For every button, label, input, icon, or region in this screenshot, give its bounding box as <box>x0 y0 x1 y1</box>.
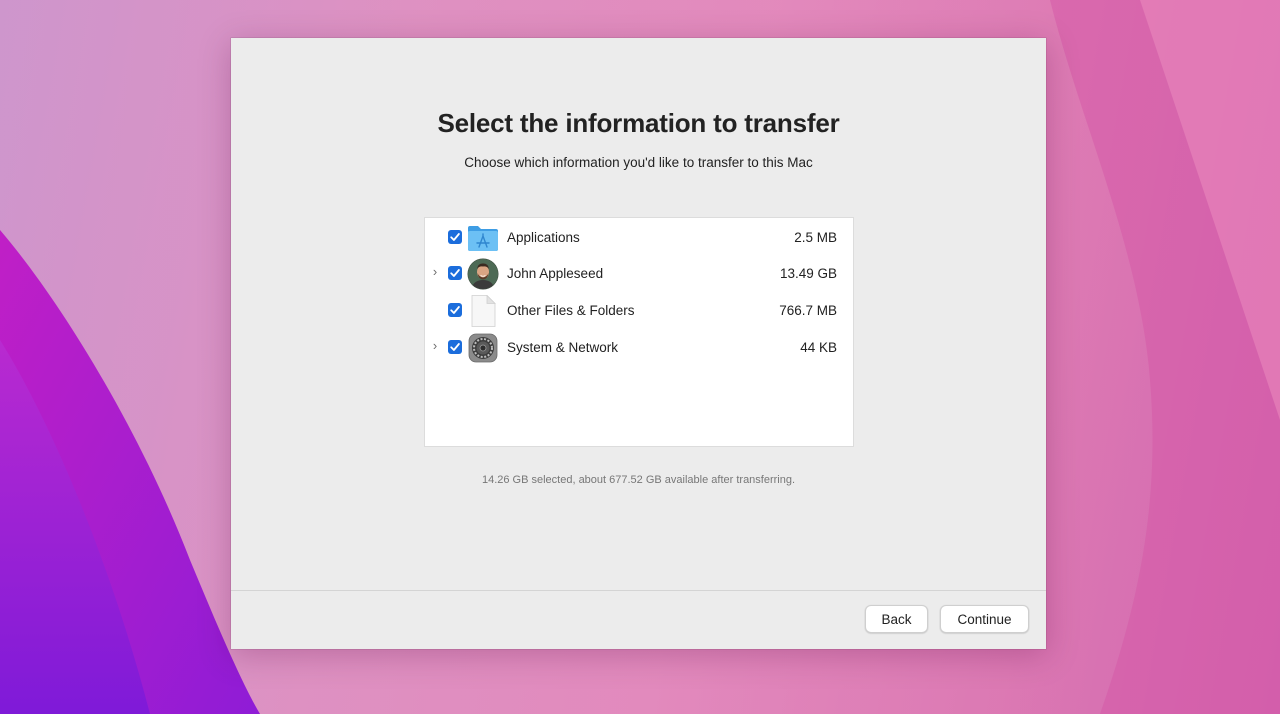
checkmark-icon <box>450 233 460 241</box>
item-name: Other Files & Folders <box>507 303 635 318</box>
system-network-checkbox[interactable] <box>448 340 462 354</box>
list-item-other-files[interactable]: Other Files & Folders 766.7 MB <box>425 292 853 328</box>
checkmark-icon <box>450 269 460 277</box>
checkmark-icon <box>450 306 460 314</box>
item-size: 44 KB <box>800 340 837 355</box>
document-icon <box>467 294 499 327</box>
applications-checkbox[interactable] <box>448 230 462 244</box>
list-item-applications[interactable]: Applications 2.5 MB <box>425 219 853 255</box>
chevron-right-icon[interactable]: › <box>429 265 441 279</box>
chevron-right-icon[interactable]: › <box>429 339 441 353</box>
continue-button[interactable]: Continue <box>940 605 1029 633</box>
other-files-checkbox[interactable] <box>448 303 462 317</box>
user-checkbox[interactable] <box>448 266 462 280</box>
page-subtitle: Choose which information you'd like to t… <box>464 155 813 170</box>
system-preferences-gear-icon <box>467 332 499 364</box>
item-size: 13.49 GB <box>779 266 837 281</box>
desktop-wallpaper: Select the information to transfer Choos… <box>0 0 1280 714</box>
user-avatar-icon <box>467 258 499 290</box>
list-item-system-network[interactable]: › System & Network 44 KB <box>425 329 853 365</box>
migration-assistant-window: Select the information to transfer Choos… <box>231 38 1046 649</box>
item-name: Applications <box>507 230 580 245</box>
checkmark-icon <box>450 343 460 351</box>
applications-folder-icon <box>467 222 499 254</box>
item-size: 766.7 MB <box>779 303 837 318</box>
footer-divider <box>231 590 1046 591</box>
item-name: System & Network <box>507 340 619 355</box>
item-size: 2.5 MB <box>794 230 837 245</box>
page-title: Select the information to transfer <box>437 108 840 138</box>
selection-summary: 14.26 GB selected, about 677.52 GB avail… <box>481 474 796 486</box>
back-button[interactable]: Back <box>865 605 928 633</box>
transfer-items-list: Applications 2.5 MB › John Appleseed 13.… <box>424 217 854 447</box>
list-item-user[interactable]: › John Appleseed 13.49 GB <box>425 255 853 291</box>
item-name: John Appleseed <box>507 266 604 281</box>
